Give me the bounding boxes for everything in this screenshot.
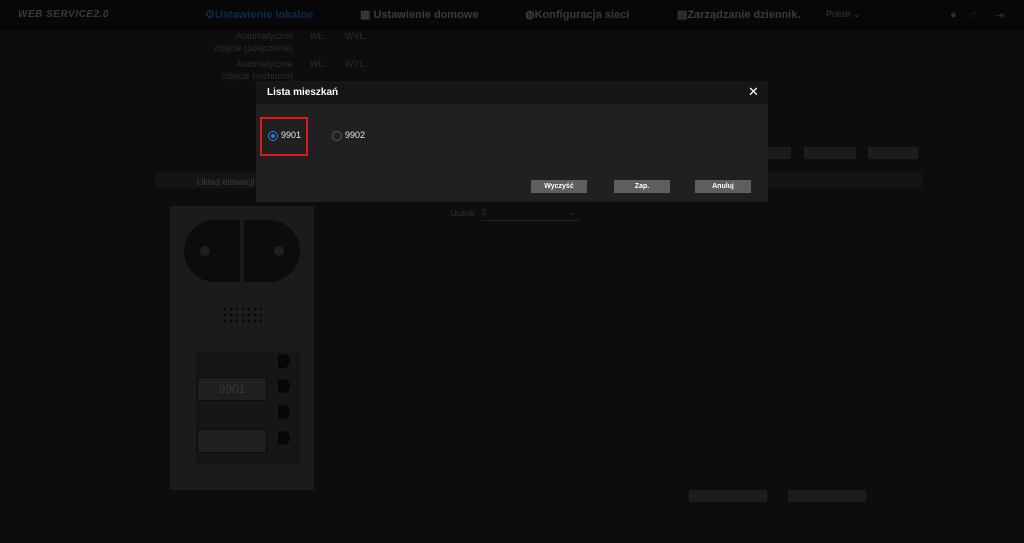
apartment-name-card[interactable]: 9901	[197, 377, 267, 401]
app-logo: WEB SERVICE2.0	[18, 9, 109, 20]
dialog-header: Lista mieszkań ✕	[256, 81, 768, 104]
nav-log-management-label: Zarządzanie dziennik.	[687, 9, 801, 21]
off-option[interactable]: WYŁ.	[345, 30, 367, 42]
unit-value: 2	[482, 208, 487, 217]
bg-button[interactable]	[868, 147, 918, 159]
logout-icon[interactable]: ⇥	[995, 9, 1004, 22]
lens-dot	[200, 246, 210, 256]
clear-button[interactable]: Wyczyść	[531, 180, 587, 193]
lens-dot	[274, 246, 284, 256]
unit-label: Ucznik	[451, 209, 476, 218]
door-station-preview: 9901	[170, 206, 314, 490]
nav-home-settings-label: Ustawienie domowe	[373, 9, 479, 21]
nav-local-settings-label: Ustawienie lokalne	[214, 9, 314, 21]
language-label: Polish	[826, 9, 851, 19]
nav-local-settings[interactable]: ⚙Ustawienie lokalne	[205, 8, 313, 21]
globe-icon: ◍	[525, 9, 535, 21]
radio-button[interactable]	[332, 131, 342, 141]
user-icon[interactable]: ●	[950, 9, 957, 21]
on-option[interactable]: WŁ.	[310, 30, 326, 42]
bg-button[interactable]	[804, 147, 856, 159]
dialog-title: Lista mieszkań	[267, 87, 339, 98]
home-button-icon[interactable]: ⌂	[971, 9, 978, 21]
cancel-button[interactable]: Anuluj	[695, 180, 751, 193]
apartment-name-card-empty[interactable]	[197, 429, 267, 453]
setting-label: Automatyczne zdjęcie (połączenie)	[213, 31, 293, 53]
section-title: Układ elewacji	[197, 177, 255, 187]
on-option[interactable]: WŁ.	[310, 58, 326, 70]
bg-button[interactable]	[788, 490, 866, 502]
off-option[interactable]: WYŁ.	[345, 58, 367, 70]
camera-lens	[184, 220, 300, 282]
save-button[interactable]: Zap.	[614, 180, 670, 193]
close-icon[interactable]: ✕	[748, 84, 759, 100]
selection-highlight-box	[260, 117, 308, 156]
apartment-list-dialog: Lista mieszkań ✕ 9901 9902 Wyczyść Zap. …	[256, 81, 768, 202]
bg-button[interactable]	[689, 490, 767, 502]
setting-label: Automatyczne zdjęcie (ruchomo)	[221, 59, 293, 81]
chevron-down-icon: ⌄	[853, 9, 861, 19]
log-icon: ▤	[677, 9, 688, 21]
settings-icon: ⚙	[205, 9, 215, 21]
lens-divider	[240, 220, 244, 282]
nav-network-config[interactable]: ◍Konfiguracja sieci	[525, 8, 629, 21]
nav-log-management[interactable]: ▤Zarządzanie dziennik.	[677, 8, 801, 21]
apartment-option-label: 9902	[345, 130, 366, 140]
top-navbar: WEB SERVICE2.0 ⚙Ustawienie lokalne ▦ Ust…	[0, 0, 1024, 30]
unit-select[interactable]: 2 ⌄	[482, 208, 580, 221]
speaker-grille	[222, 306, 266, 326]
nav-network-config-label: Konfiguracja sieci	[534, 9, 630, 21]
language-select[interactable]: Polish ⌄	[826, 9, 861, 20]
home-icon: ▦	[360, 9, 371, 21]
chevron-down-icon: ⌄	[569, 208, 576, 217]
nav-home-settings[interactable]: ▦ Ustawienie domowe	[360, 8, 479, 21]
